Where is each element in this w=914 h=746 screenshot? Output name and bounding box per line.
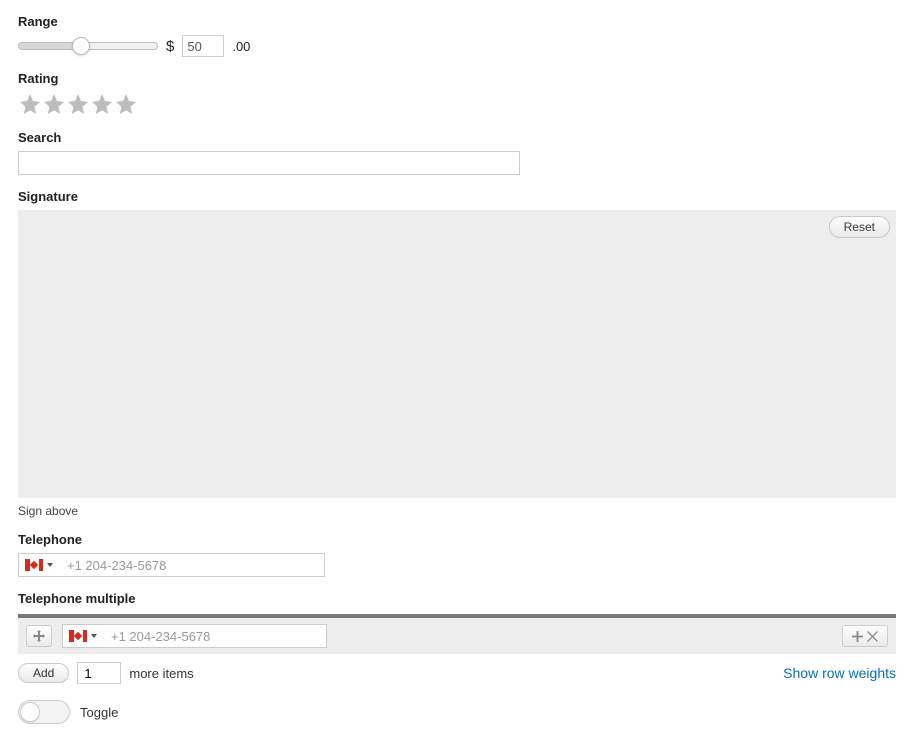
reset-button[interactable]: Reset bbox=[829, 216, 890, 238]
range-slider-thumb[interactable] bbox=[72, 37, 90, 55]
canada-flag-icon bbox=[69, 630, 87, 642]
telephone-input[interactable] bbox=[59, 554, 324, 576]
range-row: $ .00 bbox=[18, 35, 896, 57]
close-icon bbox=[867, 631, 878, 642]
row-actions[interactable] bbox=[842, 625, 888, 647]
rating-stars bbox=[18, 92, 896, 116]
signature-hint: Sign above bbox=[18, 504, 896, 518]
plus-icon bbox=[852, 631, 863, 642]
telephone-multiple-label: Telephone multiple bbox=[18, 591, 896, 606]
star-icon[interactable] bbox=[90, 92, 114, 116]
chevron-down-icon bbox=[91, 634, 97, 638]
telephone-field: Telephone bbox=[18, 532, 896, 577]
move-icon bbox=[33, 630, 45, 642]
star-icon[interactable] bbox=[66, 92, 90, 116]
range-label: Range bbox=[18, 14, 896, 29]
country-select[interactable] bbox=[63, 625, 103, 647]
telephone-multiple-field: Telephone multiple Add more items Show r… bbox=[18, 591, 896, 684]
star-icon[interactable] bbox=[114, 92, 138, 116]
signature-field: Signature Reset Sign above bbox=[18, 189, 896, 518]
search-input[interactable] bbox=[18, 151, 520, 175]
add-row: Add more items Show row weights bbox=[18, 662, 896, 684]
star-icon[interactable] bbox=[42, 92, 66, 116]
rating-label: Rating bbox=[18, 71, 896, 86]
show-row-weights-link[interactable]: Show row weights bbox=[783, 665, 896, 681]
telephone-wrapper bbox=[62, 624, 327, 648]
telephone-row bbox=[18, 618, 896, 654]
currency-prefix: $ bbox=[166, 38, 174, 55]
telephone-label: Telephone bbox=[18, 532, 896, 547]
star-icon[interactable] bbox=[18, 92, 42, 116]
signature-label: Signature bbox=[18, 189, 896, 204]
canada-flag-icon bbox=[25, 559, 43, 571]
toggle-label: Toggle bbox=[80, 705, 118, 720]
range-field: Range $ .00 bbox=[18, 14, 896, 57]
add-count-input[interactable] bbox=[77, 662, 121, 684]
chevron-down-icon bbox=[47, 563, 53, 567]
currency-suffix: .00 bbox=[232, 39, 250, 54]
search-field: Search bbox=[18, 130, 896, 175]
toggle-thumb bbox=[20, 702, 40, 722]
telephone-wrapper bbox=[18, 553, 325, 577]
drag-handle[interactable] bbox=[26, 625, 52, 647]
telephone-input[interactable] bbox=[103, 625, 326, 647]
add-button[interactable]: Add bbox=[18, 663, 69, 683]
country-select[interactable] bbox=[19, 554, 59, 576]
range-slider[interactable] bbox=[18, 42, 158, 50]
range-value-input[interactable] bbox=[182, 35, 224, 57]
more-items-text: more items bbox=[129, 666, 193, 681]
signature-pad[interactable]: Reset bbox=[18, 210, 896, 498]
toggle-field: Toggle bbox=[18, 700, 896, 724]
search-label: Search bbox=[18, 130, 896, 145]
toggle-switch[interactable] bbox=[18, 700, 70, 724]
rating-field: Rating bbox=[18, 71, 896, 116]
